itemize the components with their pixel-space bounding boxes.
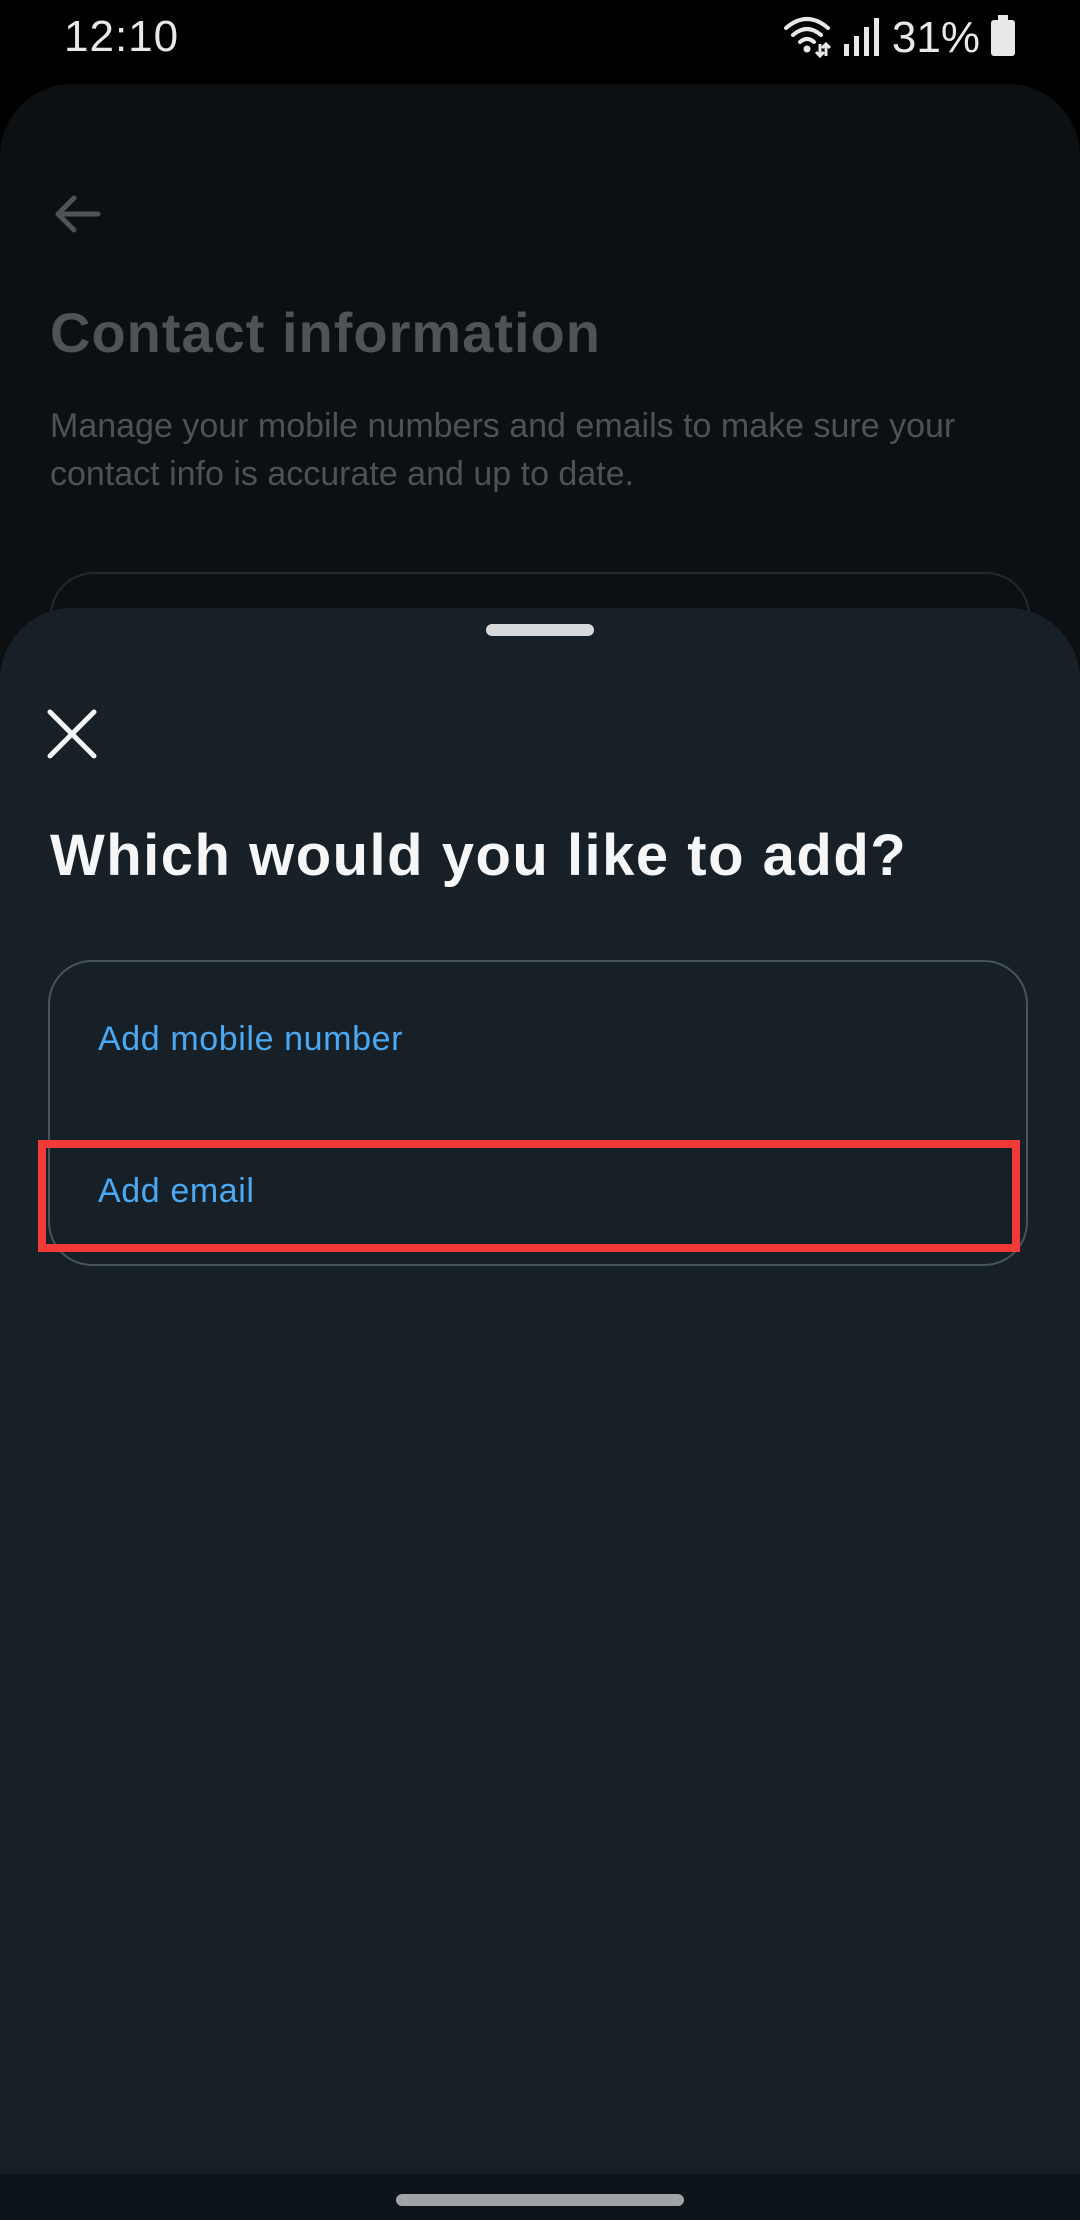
add-contact-sheet: Which would you like to add? Add mobile … [0,608,1080,2174]
navigation-bar [0,2174,1080,2220]
close-icon [44,706,100,767]
page-description: Manage your mobile numbers and emails to… [50,407,956,493]
option-label: Add email [98,1171,255,1210]
sheet-title: Which would you like to add? [50,823,908,888]
signal-icon [842,14,882,63]
close-button[interactable] [40,704,104,768]
options-card: Add mobile number Add email [48,960,1028,1266]
add-email-option[interactable]: Add email [50,1116,1026,1266]
drag-handle[interactable] [486,624,594,636]
wifi-icon [782,14,832,63]
back-arrow-icon[interactable] [48,184,108,244]
battery-percent: 31% [891,13,980,62]
status-bar: 12:10 31% [0,0,1080,78]
option-label: Add mobile number [98,1019,404,1058]
battery-icon [990,14,1016,62]
status-time: 12:10 [64,12,180,61]
page-title: Contact information [50,301,601,364]
status-icons: 31% [782,10,1016,66]
screen: 12:10 31% Contact information Manage you… [0,0,1080,2220]
add-mobile-number-option[interactable]: Add mobile number [50,964,1026,1114]
home-indicator[interactable] [396,2194,684,2206]
